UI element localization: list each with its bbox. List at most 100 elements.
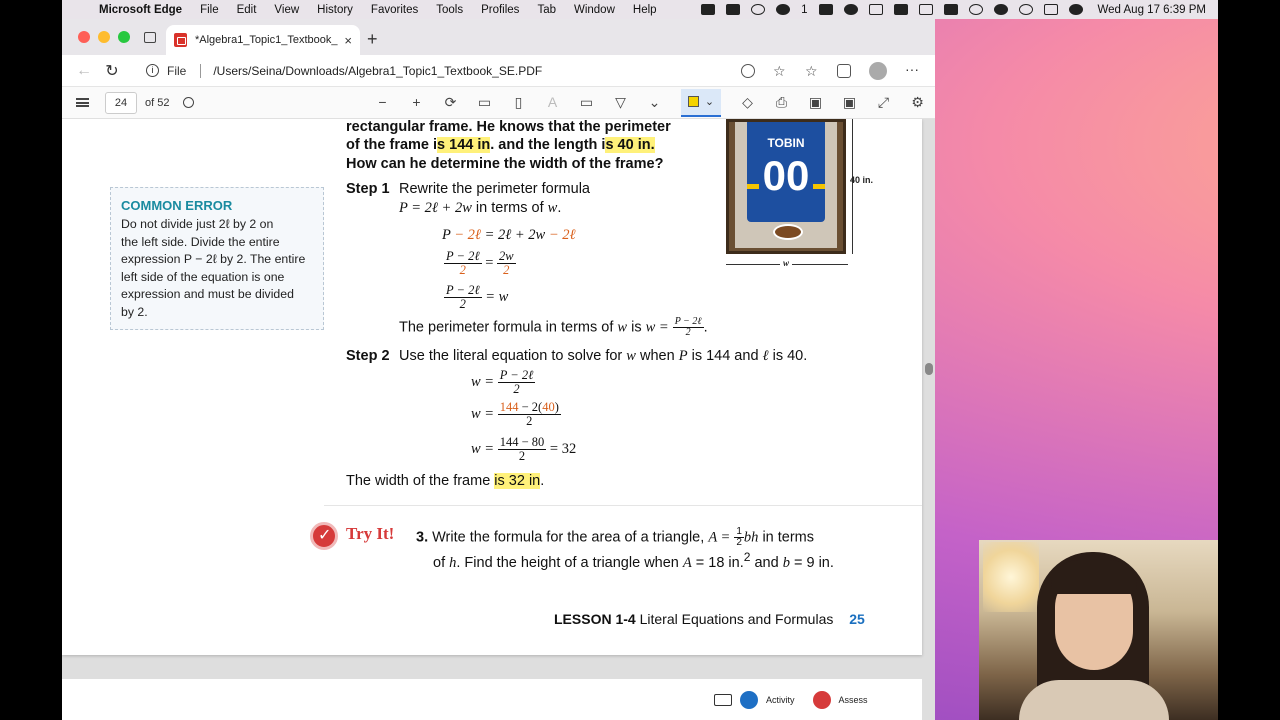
width-label: w: [780, 258, 793, 268]
pdf-viewport[interactable]: rectangular frame. He knows that the per…: [62, 119, 935, 720]
input-source-icon[interactable]: [893, 4, 908, 15]
assess-icon[interactable]: [812, 691, 831, 709]
tab-close-icon[interactable]: ×: [344, 33, 352, 48]
print-icon[interactable]: ⎙: [774, 95, 789, 110]
draw-icon[interactable]: ▽: [613, 95, 628, 110]
step2-eq2: w = 144 − 2(40) 2: [471, 400, 561, 428]
scrollbar-thumb[interactable]: [925, 363, 933, 375]
problem-line-2: of the frame is 144 in. and the length i…: [346, 137, 655, 153]
page-view-icon[interactable]: ▯: [511, 95, 526, 110]
eraser-icon[interactable]: ◇: [740, 95, 755, 110]
letterbox-right: [1218, 0, 1280, 720]
battery-icon[interactable]: [918, 4, 933, 15]
menu-profiles[interactable]: Profiles: [472, 4, 528, 16]
tab-actions-icon[interactable]: [144, 32, 156, 43]
fullscreen-icon[interactable]: ⤢: [876, 95, 891, 110]
step1-formula: P = 2ℓ + 2w in terms of w.: [399, 200, 562, 216]
conclusion: The width of the frame is 32 in.: [346, 473, 545, 489]
control-center-icon[interactable]: [1043, 4, 1058, 15]
zoom-in-button[interactable]: +: [409, 95, 424, 110]
app-icon[interactable]: [943, 4, 958, 15]
page-number-input[interactable]: 24: [105, 91, 137, 114]
assess-label[interactable]: Assess: [839, 695, 868, 705]
text-box-icon[interactable]: ▭: [579, 95, 594, 110]
draw-dropdown-icon[interactable]: ⌄: [647, 95, 662, 110]
jersey-name: TOBIN: [767, 136, 805, 150]
keyboard-icon[interactable]: [726, 4, 741, 15]
step1-text: Rewrite the perimeter formula: [399, 181, 590, 197]
fit-page-icon[interactable]: ▭: [477, 95, 492, 110]
sleeve-stripe-right: [813, 184, 825, 189]
zoom-icon[interactable]: [741, 63, 755, 78]
menu-file[interactable]: File: [191, 4, 228, 16]
try-it-line-2: of h. Find the height of a triangle when…: [433, 550, 834, 571]
search-icon[interactable]: [183, 97, 195, 108]
profile-avatar[interactable]: [869, 61, 887, 80]
siri-icon[interactable]: [1068, 4, 1083, 15]
pdf-icon: [174, 33, 187, 47]
menu-bar-status-area: 1 Wed Aug 17 6:39 PM: [701, 4, 1218, 16]
file-scheme-label: File: [167, 63, 187, 78]
tab-bar: *Algebra1_Topic1_Textbook_S × +: [62, 19, 935, 55]
menu-help[interactable]: Help: [624, 4, 666, 16]
menu-tab[interactable]: Tab: [528, 4, 565, 16]
menu-favorites[interactable]: Favorites: [362, 4, 427, 16]
step1-eq1: P − 2ℓ = 2ℓ + 2w − 2ℓ: [442, 227, 576, 243]
zoom-out-button[interactable]: −: [375, 95, 390, 110]
favorites-icon[interactable]: ☆: [805, 64, 819, 78]
user-icon[interactable]: [993, 4, 1008, 15]
step2-text: Use the literal equation to solve for w …: [399, 348, 808, 364]
menu-bar-clock[interactable]: Wed Aug 17 6:39 PM: [1098, 4, 1206, 16]
collections-icon[interactable]: [837, 63, 851, 78]
menu-window[interactable]: Window: [565, 4, 624, 16]
sleeve-stripe-left: [747, 184, 759, 189]
checkmark-icon: [310, 522, 338, 550]
new-tab-button[interactable]: +: [367, 29, 378, 50]
shield-icon[interactable]: [818, 4, 833, 15]
wifi-icon[interactable]: [968, 4, 983, 15]
menu-view[interactable]: View: [265, 4, 308, 16]
step2-eq3: w = 144 − 80 2 = 32: [471, 435, 577, 463]
jersey-frame-image: TOBIN 00: [726, 119, 846, 254]
chevron-down-icon: ⌄: [704, 96, 715, 108]
lesson-footer: LESSON 1-4 Literal Equations and Formula…: [554, 611, 865, 627]
frame-matting: TOBIN 00: [735, 122, 837, 248]
address-tools: ☆ ☆ ···: [741, 61, 935, 80]
read-aloud-icon[interactable]: A: [545, 95, 560, 110]
save-icon[interactable]: ▣: [808, 95, 823, 110]
more-menu-icon[interactable]: ···: [905, 62, 919, 78]
step1-eq2: P − 2ℓ 2 = 2w 2: [444, 249, 516, 277]
bluetooth-icon[interactable]: [868, 4, 883, 15]
highlight-tool-button[interactable]: ⌄: [681, 88, 721, 117]
app-status-icon[interactable]: [701, 4, 716, 15]
close-window-button[interactable]: [78, 31, 90, 43]
menu-edit[interactable]: Edit: [228, 4, 266, 16]
minimize-window-button[interactable]: [98, 31, 110, 43]
app-menu[interactable]: Microsoft Edge: [90, 4, 191, 16]
settings-gear-icon[interactable]: ⚙: [910, 95, 925, 110]
pdf-toolbar: 24 of 52 − + ⟳ ▭ ▯ A ▭ ▽ ⌄ ⌄ ◇ ⎙ ▣ ▣ ⤢ ⚙: [62, 86, 935, 119]
activity-label[interactable]: Activity: [766, 695, 795, 705]
moon-icon[interactable]: [843, 4, 858, 15]
url-field[interactable]: /Users/Seina/Downloads/Algebra1_Topic1_T…: [213, 64, 741, 78]
menu-tools[interactable]: Tools: [427, 4, 472, 16]
screen-icon[interactable]: [714, 694, 732, 706]
wechat-icon[interactable]: [776, 4, 791, 15]
tab-pdf[interactable]: *Algebra1_Topic1_Textbook_S ×: [166, 25, 360, 55]
play-icon[interactable]: [751, 4, 766, 15]
step2-eq1: w = P − 2ℓ 2: [471, 368, 536, 396]
rotate-icon[interactable]: ⟳: [443, 95, 458, 110]
site-info-icon[interactable]: i: [146, 64, 159, 77]
activity-icon[interactable]: [740, 691, 758, 709]
page-total: of 52: [145, 96, 170, 109]
back-button[interactable]: ←: [70, 62, 98, 80]
spotlight-icon[interactable]: [1018, 4, 1033, 15]
step1-eq3: P − 2ℓ 2 = w: [444, 283, 509, 311]
reload-button[interactable]: ↻: [98, 61, 126, 81]
menu-history[interactable]: History: [308, 4, 362, 16]
zoom-window-button[interactable]: [118, 31, 130, 43]
favorite-star-icon[interactable]: ☆: [773, 64, 787, 78]
table-of-contents-icon[interactable]: [76, 98, 89, 107]
save-as-icon[interactable]: ▣: [842, 95, 857, 110]
common-error-title: COMMON ERROR: [121, 198, 233, 213]
